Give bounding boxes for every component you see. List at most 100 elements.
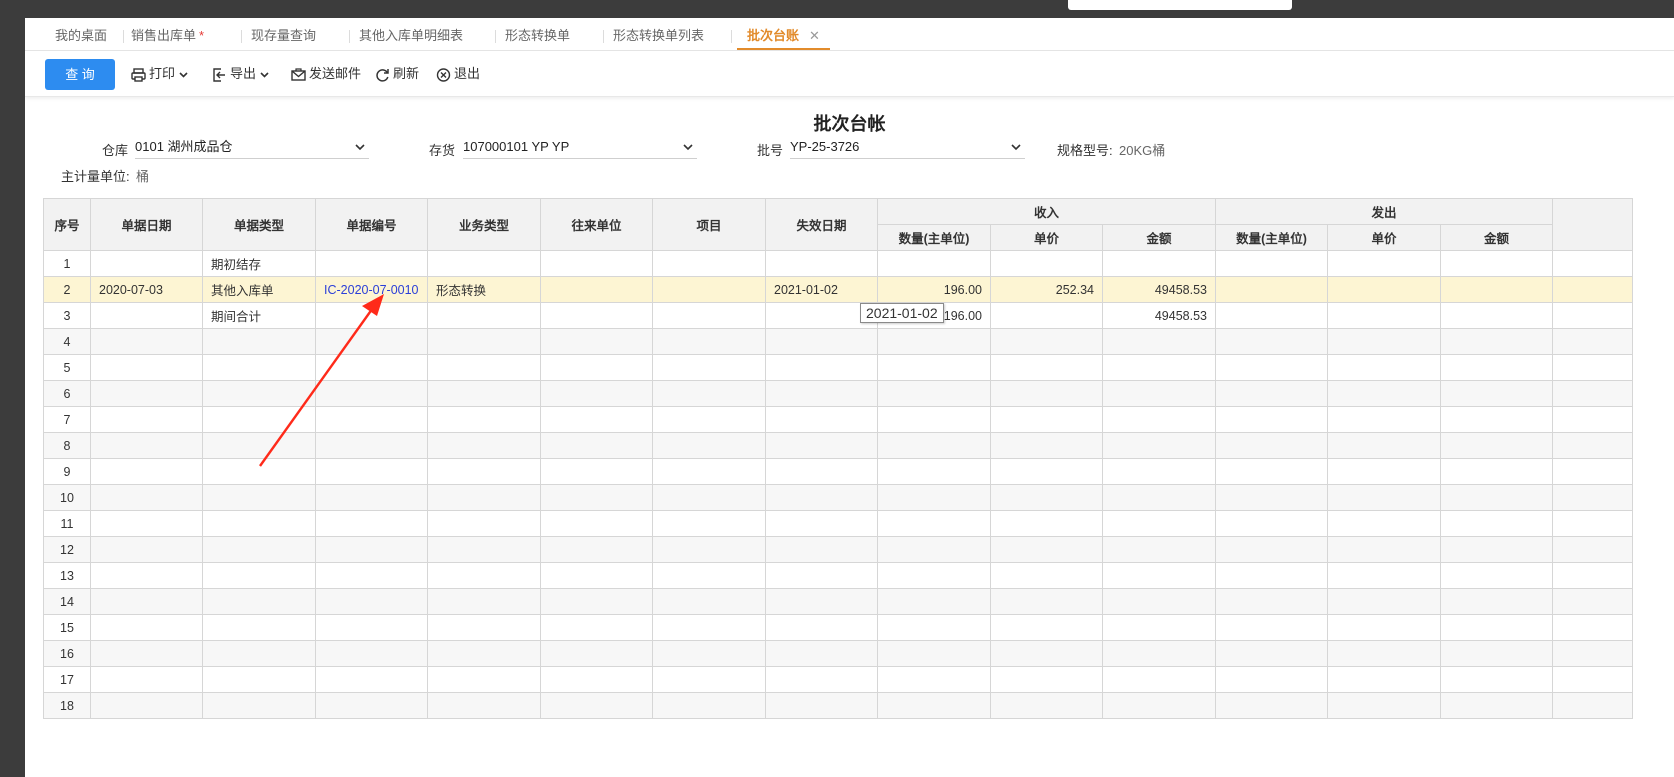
cell-expiry[interactable] [765, 458, 878, 485]
cell-in-qty[interactable] [877, 328, 991, 355]
cell-partner[interactable] [540, 406, 653, 433]
cell-date[interactable]: 2020-07-03 [90, 276, 203, 303]
cell-in-price[interactable] [990, 328, 1103, 355]
cell-seq[interactable]: 8 [43, 432, 91, 459]
cell-project[interactable] [652, 666, 766, 693]
col-header-expiry[interactable]: 失效日期 [765, 198, 878, 251]
cell-partner[interactable] [540, 302, 653, 329]
cell-type[interactable]: 期间合计 [202, 302, 316, 329]
cell-in-price[interactable] [990, 640, 1103, 667]
cell-in-amt[interactable] [1102, 510, 1216, 537]
cell-biz[interactable] [427, 536, 541, 563]
cell-no[interactable] [315, 666, 428, 693]
cell-out-amt[interactable] [1440, 562, 1553, 589]
cell-project[interactable] [652, 640, 766, 667]
cell-no[interactable]: IC-2020-07-0010 [315, 276, 428, 303]
cell-out-qty[interactable] [1215, 432, 1328, 459]
cell-no[interactable] [315, 640, 428, 667]
cell-out-qty[interactable] [1215, 380, 1328, 407]
cell-date[interactable] [90, 328, 203, 355]
cell-out-qty[interactable] [1215, 588, 1328, 615]
cell-in-price[interactable] [990, 302, 1103, 329]
cell-biz[interactable] [427, 692, 541, 719]
col-header-out-price[interactable]: 单价 [1327, 224, 1441, 251]
tab-stock-query[interactable]: 现存量查询 [251, 18, 316, 50]
cell-in-amt[interactable] [1102, 640, 1216, 667]
col-header-in-price[interactable]: 单价 [990, 224, 1103, 251]
cell-type[interactable] [202, 510, 316, 537]
cell-biz[interactable] [427, 640, 541, 667]
cell-type[interactable]: 其他入库单 [202, 276, 316, 303]
cell-seq[interactable]: 6 [43, 380, 91, 407]
cell-out-price[interactable] [1327, 458, 1441, 485]
cell-project[interactable] [652, 692, 766, 719]
cell-no[interactable] [315, 432, 428, 459]
cell-date[interactable] [90, 302, 203, 329]
cell-in-qty[interactable] [877, 484, 991, 511]
table-row[interactable]: 13 [43, 562, 1633, 589]
col-header-in-qty[interactable]: 数量(主单位) [877, 224, 991, 251]
cell-out-qty[interactable] [1215, 406, 1328, 433]
cell-partner[interactable] [540, 536, 653, 563]
cell-in-qty[interactable] [877, 354, 991, 381]
cell-in-price[interactable] [990, 354, 1103, 381]
cell-date[interactable] [90, 614, 203, 641]
cell-project[interactable] [652, 432, 766, 459]
col-header-out-qty[interactable]: 数量(主单位) [1215, 224, 1328, 251]
cell-seq[interactable]: 14 [43, 588, 91, 615]
cell-out-qty[interactable] [1215, 510, 1328, 537]
cell-no[interactable] [315, 406, 428, 433]
cell-in-qty[interactable] [877, 380, 991, 407]
cell-expiry[interactable] [765, 380, 878, 407]
tab-other-inbound-detail[interactable]: 其他入库单明细表 [359, 18, 463, 50]
cell-in-qty[interactable] [877, 458, 991, 485]
document-number-link[interactable]: IC-2020-07-0010 [324, 283, 419, 297]
batch-select[interactable]: YP-25-3726 [790, 136, 1025, 159]
cell-date[interactable] [90, 406, 203, 433]
cell-expiry[interactable] [765, 510, 878, 537]
cell-date[interactable] [90, 484, 203, 511]
cell-out-price[interactable] [1327, 380, 1441, 407]
cell-out-amt[interactable] [1440, 588, 1553, 615]
table-row[interactable]: 1 期初结存 [43, 250, 1633, 277]
cell-in-qty[interactable] [877, 406, 991, 433]
cell-no[interactable] [315, 250, 428, 277]
cell-out-price[interactable] [1327, 250, 1441, 277]
table-row[interactable]: 3 期间合计 196.00 49458.53 [43, 302, 1633, 329]
cell-in-price[interactable]: 252.34 [990, 276, 1103, 303]
cell-in-amt[interactable] [1102, 250, 1216, 277]
table-row[interactable]: 6 [43, 380, 1633, 407]
table-row[interactable]: 16 [43, 640, 1633, 667]
cell-partner[interactable] [540, 432, 653, 459]
cell-biz[interactable] [427, 588, 541, 615]
tab-batch-ledger[interactable]: 批次台账 ✕ [737, 18, 830, 50]
cell-type[interactable] [202, 432, 316, 459]
cell-in-amt[interactable] [1102, 406, 1216, 433]
cell-out-qty[interactable] [1215, 484, 1328, 511]
cell-type[interactable] [202, 588, 316, 615]
cell-in-price[interactable] [990, 484, 1103, 511]
cell-date[interactable] [90, 510, 203, 537]
cell-out-price[interactable] [1327, 276, 1441, 303]
cell-seq[interactable]: 11 [43, 510, 91, 537]
cell-in-price[interactable] [990, 406, 1103, 433]
cell-out-qty[interactable] [1215, 276, 1328, 303]
cell-in-amt[interactable] [1102, 380, 1216, 407]
cell-partner[interactable] [540, 458, 653, 485]
col-header-project[interactable]: 项目 [652, 198, 766, 251]
cell-out-price[interactable] [1327, 484, 1441, 511]
cell-out-amt[interactable] [1440, 692, 1553, 719]
cell-out-amt[interactable] [1440, 536, 1553, 563]
inventory-select[interactable]: 107000101 YP YP [463, 136, 697, 159]
table-row[interactable]: 4 [43, 328, 1633, 355]
col-header-in-amount[interactable]: 金额 [1102, 224, 1216, 251]
cell-out-price[interactable] [1327, 354, 1441, 381]
cell-in-amt[interactable]: 49458.53 [1102, 302, 1216, 329]
cell-no[interactable] [315, 354, 428, 381]
cell-in-qty[interactable]: 196.00 [877, 276, 991, 303]
cell-expiry[interactable] [765, 432, 878, 459]
col-header-type[interactable]: 单据类型 [202, 198, 316, 251]
col-header-out-amount[interactable]: 金额 [1440, 224, 1553, 251]
cell-in-price[interactable] [990, 588, 1103, 615]
tab-my-desktop[interactable]: 我的桌面 [55, 18, 107, 50]
